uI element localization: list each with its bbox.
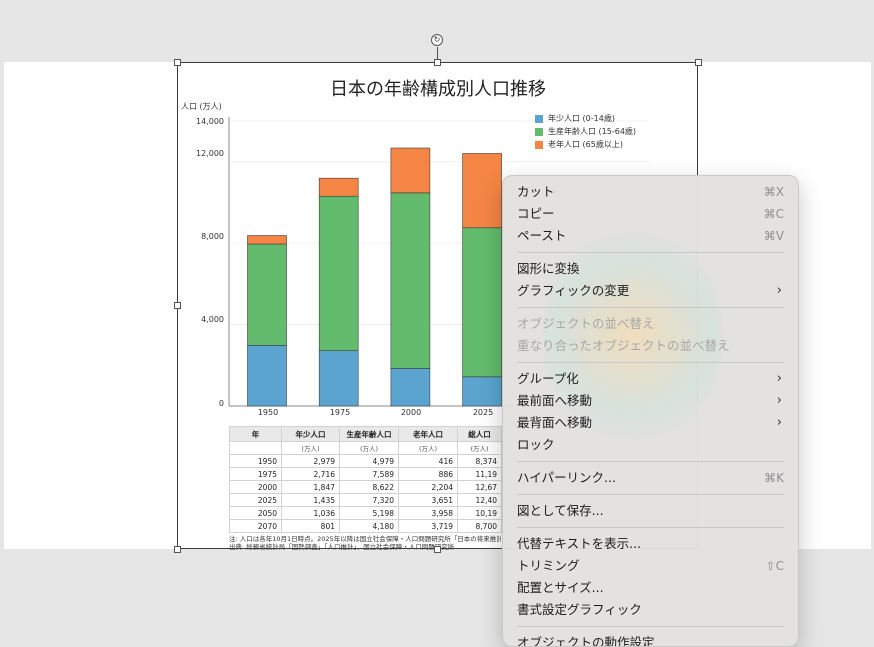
menu-item-label: オブジェクトの動作設定 [517,635,655,647]
menu-item-reorder-objects: オブジェクトの並べ替え [509,313,792,335]
menu-item-lock[interactable]: ロック [509,434,792,456]
menu-separator [517,527,784,528]
menu-item-shortcut: ⌘X [763,185,784,199]
menu-separator [517,626,784,627]
menu-item-label: 図として保存... [517,503,604,518]
menu-item-convert-to-shape[interactable]: 図形に変換 [509,258,792,280]
menu-item-shortcut: ⌘K [764,471,784,485]
rotate-icon[interactable]: ↻ [431,34,443,46]
resize-handle-bottom[interactable] [434,546,441,553]
menu-item-cut[interactable]: カット ⌘X [509,181,792,203]
menu-item-label: カット [517,184,555,199]
menu-item-label: 最前面へ移動 [517,393,593,408]
menu-item-label: 重なり合ったオブジェクトの並べ替え [517,338,730,353]
menu-item-label: 最背面へ移動 [517,415,593,430]
menu-item-label: グループ化 [517,371,579,386]
menu-item-label: トリミング [517,558,580,573]
menu-item-shortcut: ⌘C [763,207,784,221]
resize-handle-top[interactable] [434,59,441,66]
menu-item-copy[interactable]: コピー ⌘C [509,203,792,225]
menu-separator [517,494,784,495]
menu-item-label: グラフィックの変更 [517,283,630,298]
menu-item-paste[interactable]: ペースト ⌘V [509,225,792,247]
menu-separator [517,362,784,363]
context-menu[interactable]: カット ⌘X コピー ⌘C ペースト ⌘V 図形に変換 グラフィックの変更 › … [502,175,799,647]
menu-item-object-action[interactable]: オブジェクトの動作設定 [509,632,792,647]
menu-item-label: 書式設定グラフィック [517,602,642,617]
menu-item-position-size[interactable]: 配置とサイズ... [509,577,792,599]
menu-item-label: ペースト [517,228,567,243]
menu-item-hyperlink[interactable]: ハイパーリンク... ⌘K [509,467,792,489]
resize-handle-top-left[interactable] [174,59,181,66]
menu-separator [517,252,784,253]
menu-item-send-to-back[interactable]: 最背面へ移動 › [509,412,792,434]
menu-item-label: ロック [517,437,555,452]
menu-item-group[interactable]: グループ化 › [509,368,792,390]
menu-item-label: コピー [517,206,555,221]
menu-item-label: 配置とサイズ... [517,580,604,595]
menu-item-shortcut: ⇧C [765,559,784,573]
menu-item-label: ハイパーリンク... [517,470,616,485]
chevron-right-icon: › [776,415,782,430]
menu-separator [517,307,784,308]
chevron-right-icon: › [776,393,782,408]
resize-handle-bottom-left[interactable] [174,546,181,553]
menu-item-change-graphic[interactable]: グラフィックの変更 › [509,280,792,302]
resize-handle-left[interactable] [174,302,181,309]
chevron-right-icon: › [776,283,782,298]
menu-item-label: 図形に変換 [517,261,580,276]
menu-item-shortcut: ⌘V [763,229,784,243]
menu-item-crop[interactable]: トリミング ⇧C [509,555,792,577]
menu-item-alt-text[interactable]: 代替テキストを表示... [509,533,792,555]
menu-item-bring-to-front[interactable]: 最前面へ移動 › [509,390,792,412]
menu-item-label: 代替テキストを表示... [517,536,642,551]
menu-item-label: オブジェクトの並べ替え [517,316,655,331]
menu-separator [517,461,784,462]
menu-item-format-graphic[interactable]: 書式設定グラフィック [509,599,792,621]
menu-item-reorder-overlapping: 重なり合ったオブジェクトの並べ替え [509,335,792,357]
chevron-right-icon: › [776,371,782,386]
menu-item-save-as-picture[interactable]: 図として保存... [509,500,792,522]
resize-handle-top-right[interactable] [695,59,702,66]
